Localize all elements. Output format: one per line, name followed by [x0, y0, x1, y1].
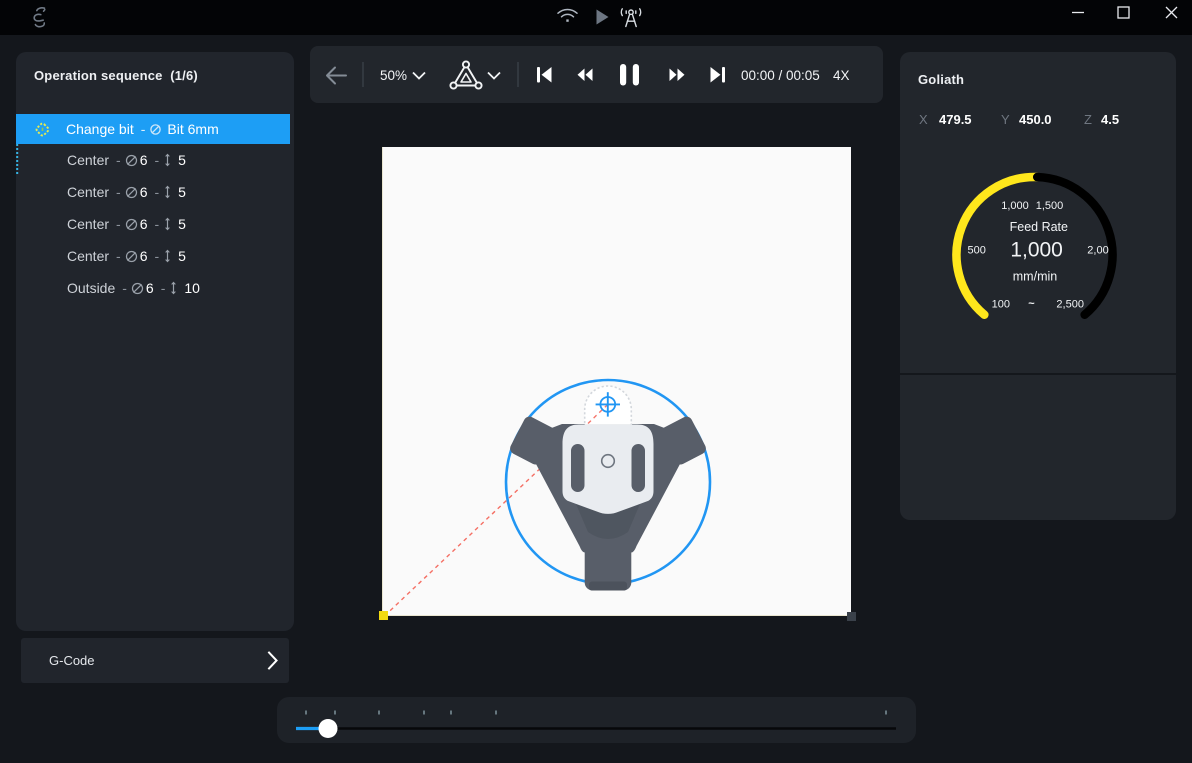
- svg-text:1,000: 1,000: [1010, 239, 1063, 262]
- svg-text:mm/min: mm/min: [1013, 270, 1057, 284]
- svg-text:~: ~: [1028, 298, 1035, 310]
- svg-text:Feed Rate: Feed Rate: [1010, 220, 1068, 234]
- svg-text:1,500: 1,500: [1036, 200, 1064, 212]
- svg-text:2,500: 2,500: [1056, 299, 1084, 311]
- svg-text:2,00: 2,00: [1087, 245, 1108, 257]
- svg-text:4X: 4X: [833, 68, 850, 83]
- svg-text:500: 500: [968, 245, 986, 257]
- svg-text:1,000: 1,000: [1001, 200, 1029, 212]
- svg-text:100: 100: [992, 299, 1010, 311]
- svg-text:50%: 50%: [380, 68, 407, 83]
- svg-text:00:00 / 00:05: 00:00 / 00:05: [741, 68, 820, 83]
